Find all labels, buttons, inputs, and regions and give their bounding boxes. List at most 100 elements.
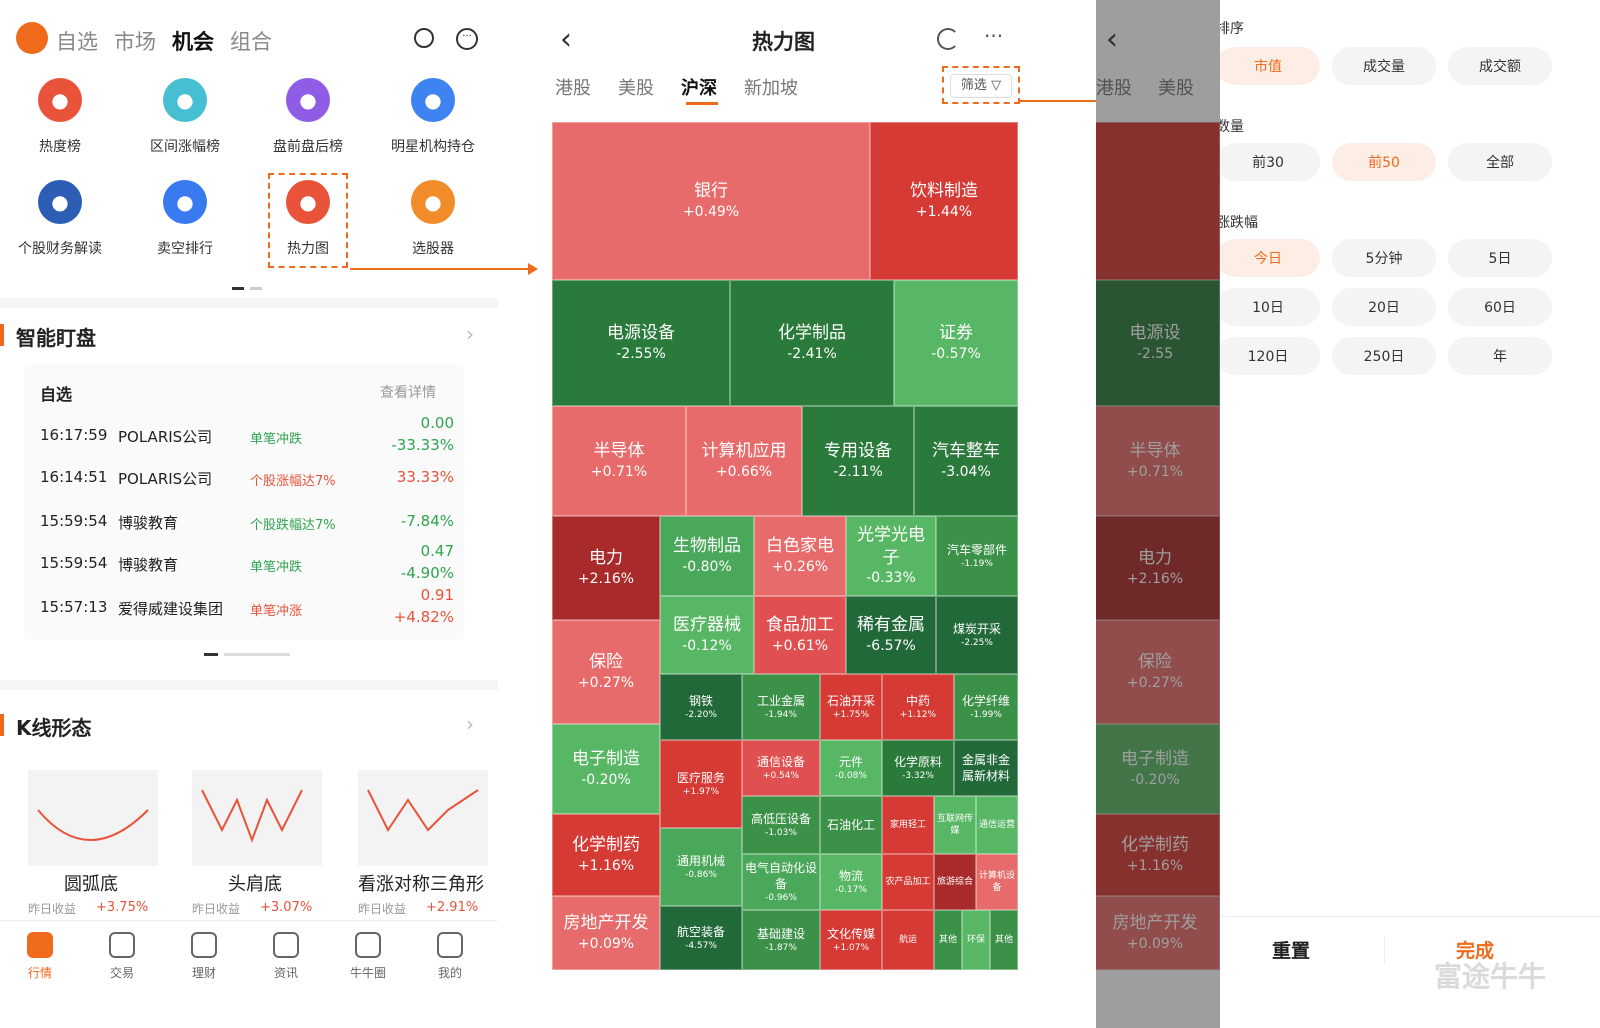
- change-option[interactable]: 今日: [1220, 239, 1320, 277]
- nav-label[interactable]: 资讯: [256, 964, 316, 981]
- filter-icon[interactable]: ●: [411, 180, 455, 224]
- heatmap-cell[interactable]: 高低压设备 -1.03%: [742, 796, 820, 854]
- tab-watchlist[interactable]: 自选: [56, 26, 98, 56]
- row-stock-name[interactable]: 博骏教育: [118, 554, 178, 575]
- heatmap-cell[interactable]: 食品加工 +0.61%: [754, 596, 846, 674]
- heatmap-cell[interactable]: 房地产开发 +0.09%: [552, 896, 660, 970]
- modal-overlay[interactable]: [1096, 0, 1220, 1028]
- heatmap-cell[interactable]: 保险 +0.27%: [552, 620, 660, 724]
- tab-us[interactable]: 美股: [618, 74, 654, 100]
- heatmap-cell[interactable]: 物流 -0.17%: [820, 854, 882, 910]
- message-icon[interactable]: ···: [456, 28, 478, 50]
- nav-label[interactable]: 行情: [10, 964, 70, 981]
- tab-cn[interactable]: 沪深: [681, 74, 717, 100]
- nav-label[interactable]: 交易: [92, 964, 152, 981]
- wealth-icon[interactable]: [191, 932, 217, 958]
- heatmap-cell[interactable]: 煤炭开采 -2.25%: [936, 596, 1018, 674]
- heatmap-cell[interactable]: 医疗器械 -0.12%: [660, 596, 754, 674]
- heatmap-cell[interactable]: 计算机设备: [976, 854, 1018, 910]
- clock-icon[interactable]: ●: [286, 78, 330, 122]
- book-icon[interactable]: ●: [38, 180, 82, 224]
- chevron-right-icon[interactable]: ›: [466, 322, 474, 346]
- count-option[interactable]: 前30: [1220, 143, 1320, 181]
- tab-portfolio[interactable]: 组合: [230, 26, 272, 56]
- heatmap-cell[interactable]: 生物制品 -0.80%: [660, 516, 754, 596]
- sort-option[interactable]: 市值: [1220, 47, 1320, 85]
- count-option[interactable]: 全部: [1448, 143, 1552, 181]
- kline-card[interactable]: 头肩底 昨日收益 +3.07%: [180, 770, 330, 940]
- change-option[interactable]: 120日: [1220, 337, 1320, 375]
- change-option[interactable]: 5分钟: [1332, 239, 1436, 277]
- heatmap-cell[interactable]: 证券 -0.57%: [894, 280, 1018, 406]
- row-stock-name[interactable]: POLARIS公司: [118, 426, 212, 447]
- heatmap-cell[interactable]: 电气自动化设备 -0.96%: [742, 854, 820, 910]
- heatmap-cell[interactable]: 电力 +2.16%: [552, 516, 660, 620]
- filter-button[interactable]: 筛选 ▽: [950, 74, 1012, 98]
- heatmap-cell[interactable]: 金属非金属新材料: [954, 740, 1018, 796]
- heatmap-cell[interactable]: 饮料制造 +1.44%: [870, 122, 1018, 280]
- change-option[interactable]: 10日: [1220, 288, 1320, 326]
- heatmap-cell[interactable]: 医疗服务 +1.97%: [660, 740, 742, 828]
- heatmap-cell[interactable]: 半导体 +0.71%: [552, 406, 686, 516]
- heatmap-cell[interactable]: 其他: [934, 910, 962, 970]
- heatmap-cell[interactable]: 通信运营: [976, 796, 1018, 854]
- heatmap-cell[interactable]: 旅游综合: [934, 854, 976, 910]
- heatmap-cell[interactable]: 汽车零部件 -1.19%: [936, 516, 1018, 596]
- change-option[interactable]: 20日: [1332, 288, 1436, 326]
- heatmap-cell[interactable]: 航运: [882, 910, 934, 970]
- search-icon[interactable]: [414, 28, 434, 48]
- news-icon[interactable]: [273, 932, 299, 958]
- market-icon[interactable]: [27, 932, 53, 958]
- heatmap-cell[interactable]: 石油开采 +1.75%: [820, 674, 882, 740]
- chevron-right-icon[interactable]: ›: [466, 712, 474, 736]
- heatmap-cell[interactable]: 石油化工: [820, 796, 882, 854]
- change-option[interactable]: 60日: [1448, 288, 1552, 326]
- heatmap-cell[interactable]: 化学纤维 -1.99%: [954, 674, 1018, 740]
- tab-hk[interactable]: 港股: [555, 74, 591, 100]
- heatmap-cell[interactable]: 白色家电 +0.26%: [754, 516, 846, 596]
- heatmap-cell[interactable]: 航空装备 -4.57%: [660, 906, 742, 970]
- sort-option[interactable]: 成交额: [1448, 47, 1552, 85]
- heatmap-cell[interactable]: 化学原料 -3.32%: [882, 740, 954, 796]
- heatmap-cell[interactable]: 钢铁 -2.20%: [660, 674, 742, 740]
- heatmap-cell[interactable]: 工业金属 -1.94%: [742, 674, 820, 740]
- heatmap-cell[interactable]: 通信设备 +0.54%: [742, 740, 820, 796]
- heatmap-cell[interactable]: 互联网传媒: [934, 796, 976, 854]
- reset-button[interactable]: 重置: [1272, 936, 1310, 963]
- change-option[interactable]: 5日: [1448, 239, 1552, 277]
- heatmap-cell[interactable]: 家用轻工: [882, 796, 934, 854]
- heatmap-cell[interactable]: 中药 +1.12%: [882, 674, 954, 740]
- heatmap-cell[interactable]: 基础建设 -1.87%: [742, 910, 820, 970]
- trade-icon[interactable]: [109, 932, 135, 958]
- heatmap-cell[interactable]: 环保: [962, 910, 990, 970]
- row-stock-name[interactable]: 爱得威建设集团: [118, 598, 223, 619]
- heatmap-cell[interactable]: 农产品加工: [882, 854, 934, 910]
- kline-card[interactable]: 看涨对称三角形 昨日收益 +2.91%: [346, 770, 496, 940]
- heatmap-cell[interactable]: 其他: [990, 910, 1018, 970]
- row-stock-name[interactable]: 博骏教育: [118, 512, 178, 533]
- count-option[interactable]: 前50: [1332, 143, 1436, 181]
- heatmap-cell[interactable]: 银行 +0.49%: [552, 122, 870, 280]
- nav-label[interactable]: 我的: [420, 964, 480, 981]
- refresh-icon[interactable]: [937, 28, 959, 50]
- tab-market[interactable]: 市场: [114, 26, 156, 56]
- nav-label[interactable]: 理财: [174, 964, 234, 981]
- heatmap-cell[interactable]: 化学制品 -2.41%: [730, 280, 894, 406]
- heatmap-cell[interactable]: 专用设备 -2.11%: [802, 406, 914, 516]
- profile-icon[interactable]: [437, 932, 463, 958]
- heatmap-cell[interactable]: 汽车整车 -3.04%: [914, 406, 1018, 516]
- kline-card[interactable]: 圆弧底 昨日收益 +3.75%: [16, 770, 166, 940]
- row-stock-name[interactable]: POLARIS公司: [118, 468, 212, 489]
- chart-down-icon[interactable]: ●: [163, 180, 207, 224]
- heatmap-cell[interactable]: 稀有金属 -6.57%: [846, 596, 936, 674]
- change-option[interactable]: 年: [1448, 337, 1552, 375]
- heatmap-cell[interactable]: 通用机械 -0.86%: [660, 828, 742, 906]
- heatmap-cell[interactable]: 文化传媒 +1.07%: [820, 910, 882, 970]
- sort-option[interactable]: 成交量: [1332, 47, 1436, 85]
- heatmap-cell[interactable]: 电源设备 -2.55%: [552, 280, 730, 406]
- fire-icon[interactable]: ●: [38, 78, 82, 122]
- range-icon[interactable]: ●: [163, 78, 207, 122]
- heatmap-cell[interactable]: 电子制造 -0.20%: [552, 724, 660, 814]
- tab-sg[interactable]: 新加坡: [744, 74, 798, 100]
- view-details-link[interactable]: 查看详情: [380, 382, 436, 402]
